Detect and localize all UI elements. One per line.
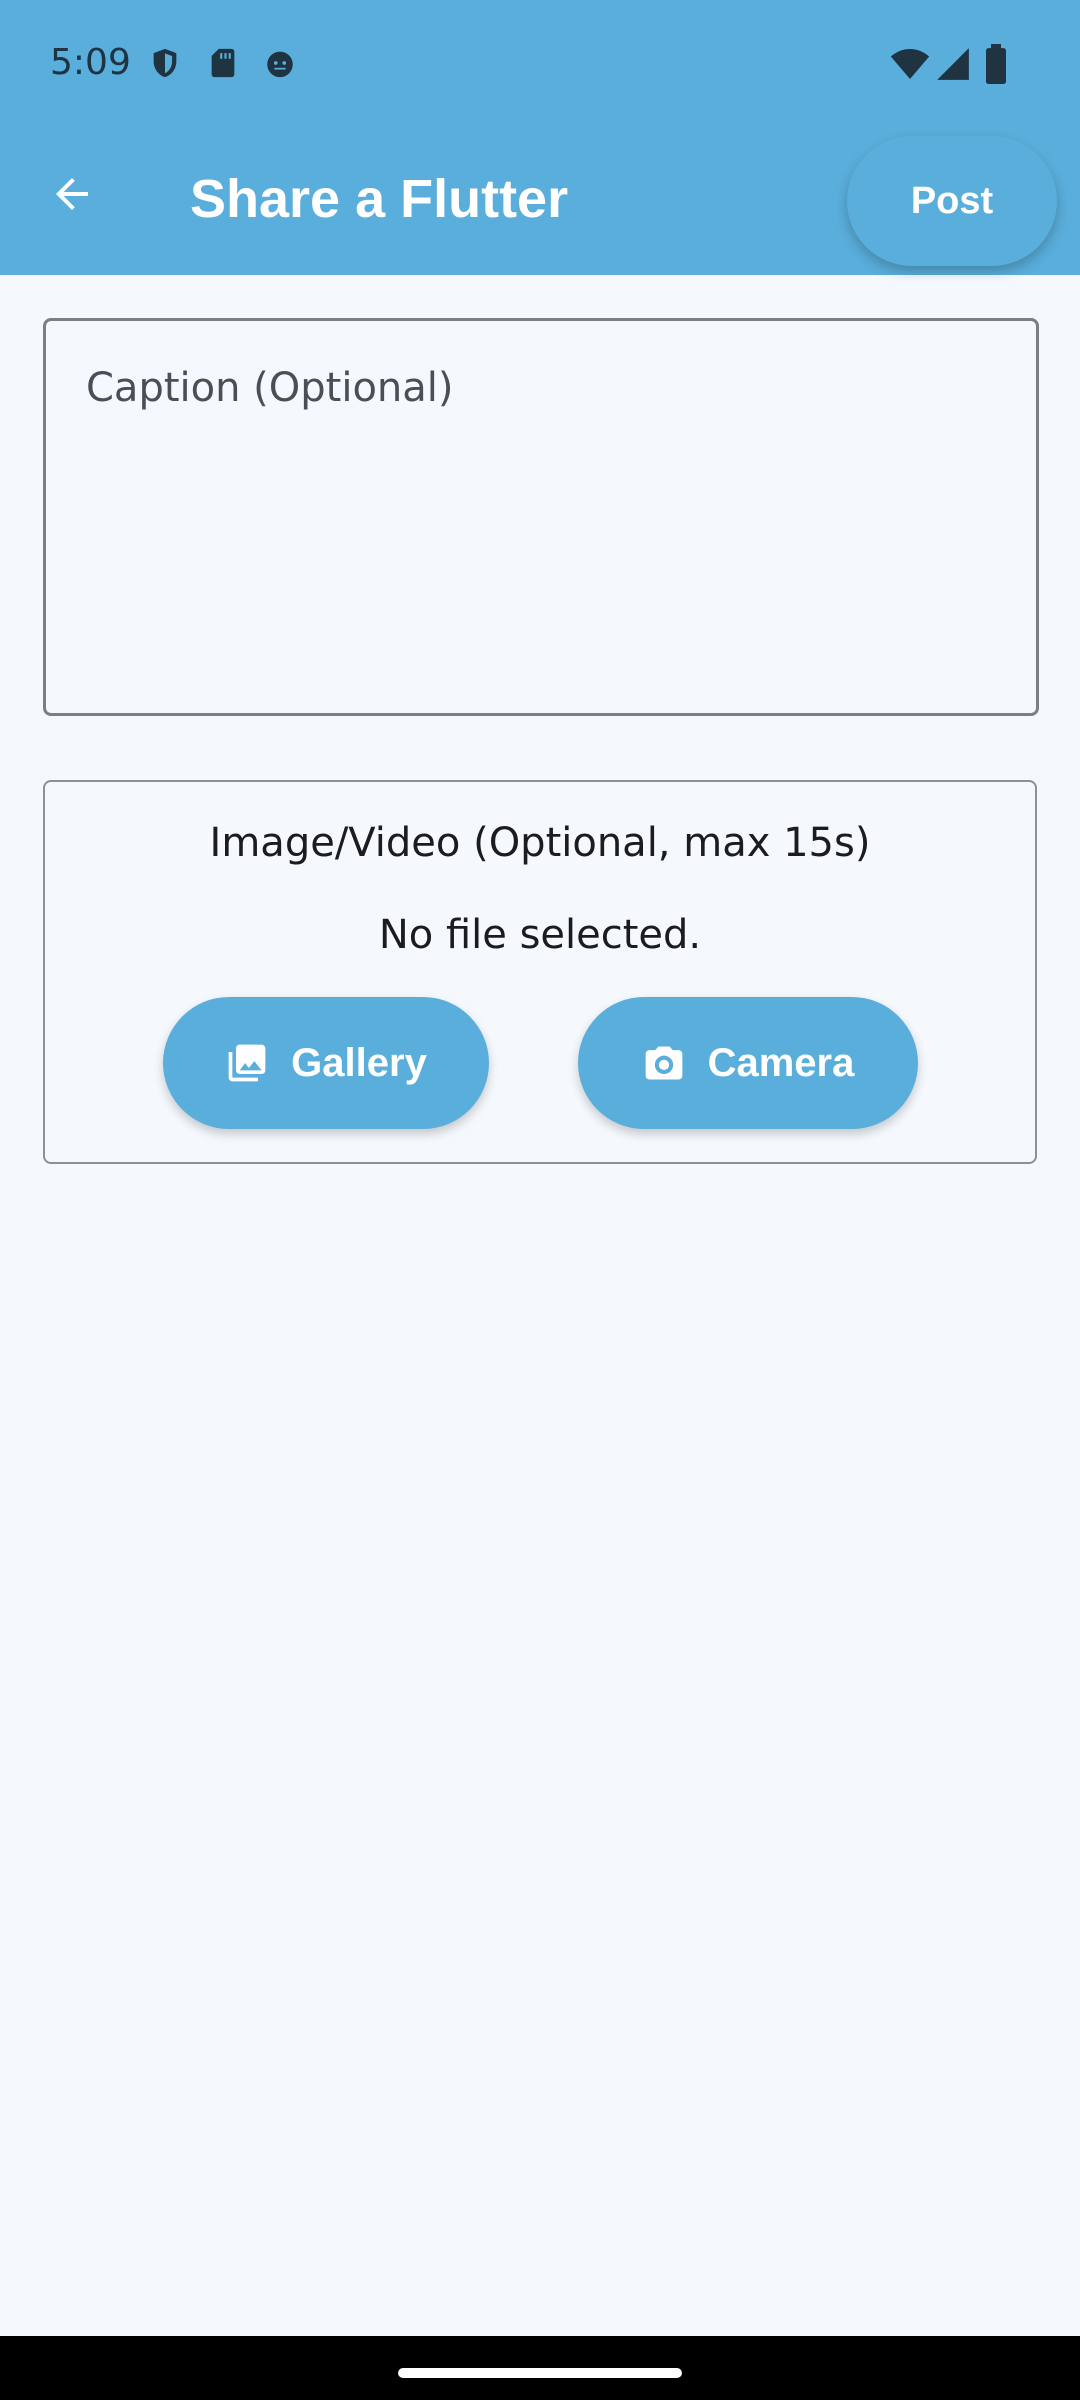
- battery-icon: [982, 44, 1010, 84]
- home-indicator[interactable]: [398, 2368, 682, 2378]
- post-button[interactable]: Post: [847, 136, 1057, 266]
- caption-placeholder: Caption (Optional): [86, 365, 454, 411]
- camera-label: Camera: [707, 1040, 855, 1085]
- back-button[interactable]: [40, 162, 104, 226]
- shield-icon: [148, 46, 182, 80]
- gallery-button[interactable]: Gallery: [163, 997, 489, 1129]
- media-picker-card: Image/Video (Optional, max 15s) No file …: [43, 780, 1037, 1164]
- android-face-icon: [263, 46, 297, 80]
- camera-icon: [645, 1046, 682, 1080]
- media-status-text: No file selected.: [378, 912, 702, 958]
- media-section-title: Image/Video (Optional, max 15s): [209, 820, 871, 866]
- page-title: Share a Flutter: [190, 169, 569, 229]
- camera-button[interactable]: Camera: [578, 997, 918, 1129]
- status-time: 5:09: [50, 42, 131, 83]
- arrow-back-icon: [56, 178, 88, 210]
- photo-library-icon: [228, 1044, 266, 1082]
- wifi-icon: [890, 44, 930, 84]
- caption-input[interactable]: Caption (Optional): [43, 318, 1039, 716]
- cell-signal-icon: [934, 45, 972, 83]
- share-flutter-screen: 5:09 Share a Flutter Post Caption (Optio…: [0, 0, 1080, 2400]
- sd-card-icon: [206, 46, 240, 80]
- system-nav-bar: [0, 2336, 1080, 2400]
- app-header: 5:09 Share a Flutter Post: [0, 0, 1080, 275]
- gallery-label: Gallery: [291, 1040, 427, 1085]
